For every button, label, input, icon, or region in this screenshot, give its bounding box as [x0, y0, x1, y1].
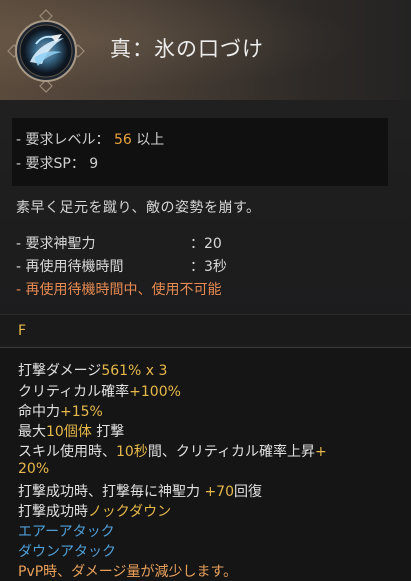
- detail-skill-use-value: 20%: [18, 461, 50, 477]
- detail-critical-value: +100%: [129, 384, 181, 400]
- detail-accuracy-value: +15%: [60, 404, 103, 420]
- ice-swirl-icon: [7, 9, 85, 93]
- detail-holy-recovery-value: +70: [204, 484, 234, 500]
- detail-max-targets-tail: 打撃: [91, 424, 125, 440]
- cooldown-value: ：3秒: [190, 259, 227, 275]
- detail-knockdown-value: ノックダウン: [88, 504, 172, 520]
- skill-tooltip: 真：氷の口づけ - 要求レベル： 56 以上 - 要求SP： 9 素早く足元を蹴…: [0, 0, 411, 581]
- key-label: F: [18, 323, 27, 339]
- detail-max-targets-value: 10個体: [46, 424, 92, 440]
- detail-knockdown-text: 打撃成功時: [18, 504, 88, 520]
- detail-skill-use-text: スキル使用時、: [18, 444, 116, 460]
- required-sp-value: 9: [89, 156, 99, 172]
- skill-icon-frame: [6, 8, 86, 94]
- detail-damage-value: 561% x 3: [101, 363, 168, 379]
- required-level-label: - 要求レベル：: [16, 132, 110, 148]
- detail-down-attack: ダウンアタック: [18, 544, 116, 560]
- cooldown-label: - 再使用待機時間: [16, 259, 124, 275]
- detail-skill-use-plus: +: [315, 444, 327, 460]
- required-level-row: - 要求レベル： 56 以上: [16, 129, 164, 149]
- detail-critical-text: クリティカル確率: [18, 384, 130, 400]
- detail-holy-recovery-text: 打撃成功時、打撃毎に神聖力: [18, 484, 205, 500]
- detail-skill-use: スキル使用時、10秒間、クリティカル確率上昇+: [18, 441, 327, 461]
- detail-critical: クリティカル確率+100%: [18, 381, 181, 401]
- detail-damage-text: 打撃ダメージ: [18, 363, 102, 379]
- holy-power-value: ：20: [190, 236, 222, 252]
- tooltip-header: 真：氷の口づけ: [0, 0, 411, 100]
- detail-max-targets-text: 最大: [18, 424, 46, 440]
- detail-accuracy: 命中力+15%: [18, 401, 103, 421]
- required-sp-label: - 要求SP：: [16, 156, 85, 172]
- detail-knockdown: 打撃成功時ノックダウン: [18, 501, 171, 521]
- required-sp-row: - 要求SP： 9: [16, 153, 98, 173]
- detail-max-targets: 最大10個体 打撃: [18, 421, 124, 441]
- skill-title: 真：氷の口づけ: [110, 37, 264, 61]
- key-bar: [0, 314, 411, 344]
- required-level-value: 56: [113, 132, 132, 148]
- detail-air-attack: エアーアタック: [18, 524, 115, 540]
- holy-power-label: - 要求神聖力: [16, 236, 96, 252]
- detail-holy-recovery: 打撃成功時、打撃毎に神聖力 +70回復: [18, 481, 262, 501]
- detail-pvp-note: PvP時、ダメージ量が減少します。: [18, 564, 238, 580]
- cooldown-warning: - 再使用待機時間中、使用不可能: [16, 282, 222, 298]
- detail-holy-recovery-tail: 回復: [234, 484, 262, 500]
- required-level-suffix: 以上: [136, 132, 165, 148]
- detail-damage: 打撃ダメージ561% x 3: [18, 360, 167, 380]
- detail-skill-use-mid: 間、クリティカル確率上昇: [147, 444, 315, 460]
- skill-description: 素早く足元を蹴り、敵の姿勢を崩す。: [16, 200, 261, 216]
- detail-skill-use-cont: 20%: [18, 461, 49, 477]
- detail-skill-use-duration: 10秒: [116, 444, 148, 460]
- detail-accuracy-text: 命中力: [18, 404, 60, 420]
